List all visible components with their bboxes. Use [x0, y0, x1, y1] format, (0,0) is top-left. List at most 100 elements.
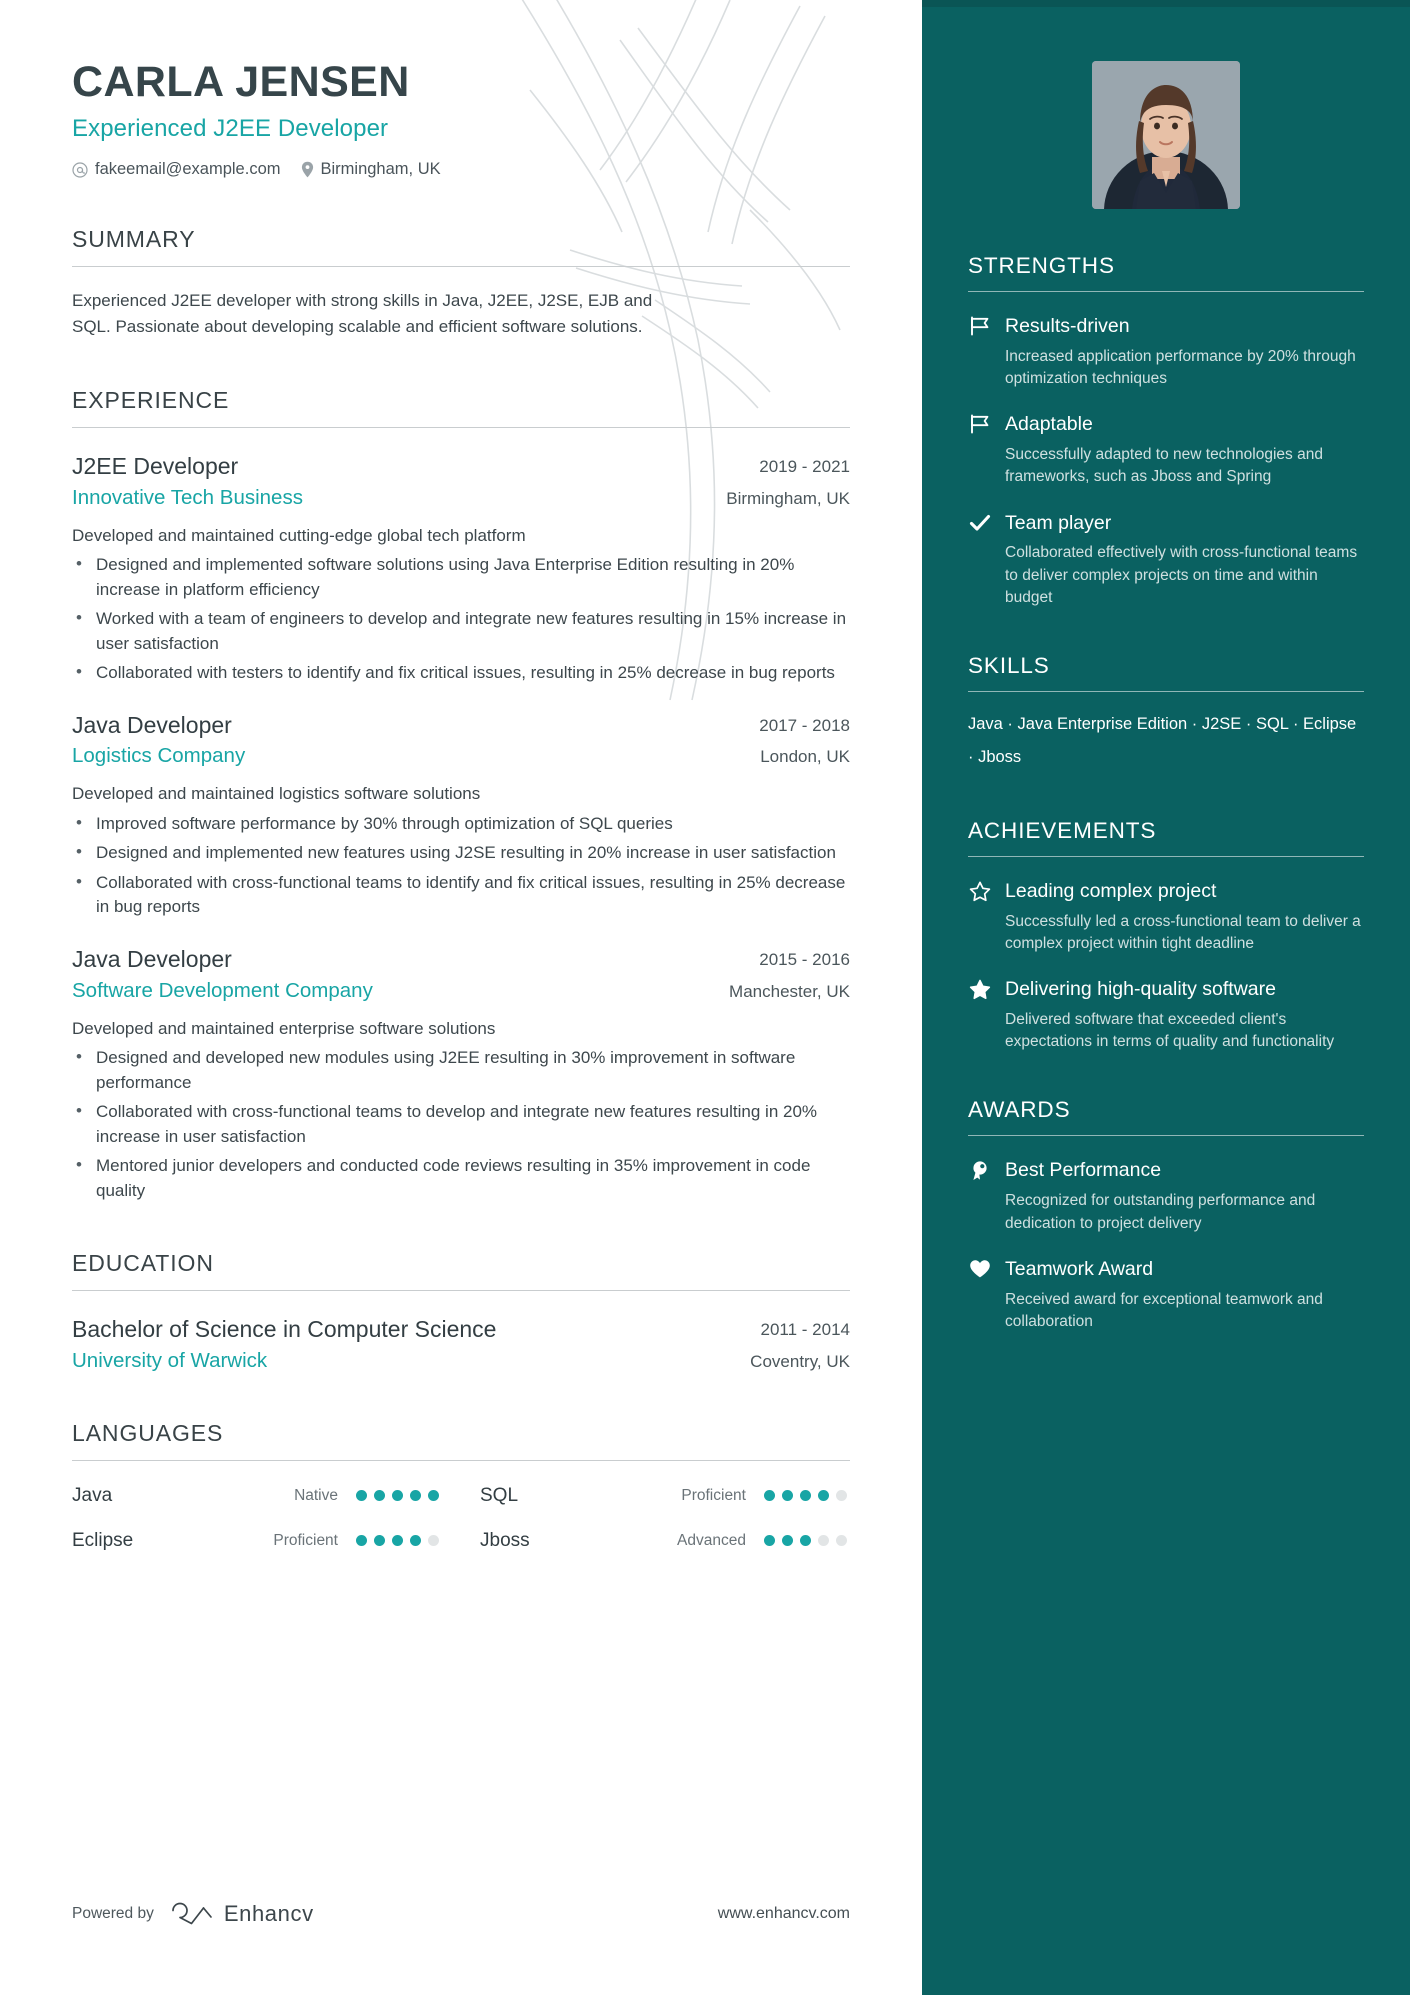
rating-dot	[818, 1535, 829, 1547]
footer: Powered by Enhancv www.enhancv.com	[72, 1901, 850, 1927]
achievement-item: Delivering high-quality software Deliver…	[968, 977, 1364, 1053]
achievement-description: Successfully led a cross-functional team…	[1005, 912, 1361, 953]
job-description: Developed and maintained enterprise soft…	[72, 1018, 496, 1038]
job-title: J2EE Developer	[72, 452, 239, 479]
location-contact: Birmingham, UK	[301, 160, 441, 179]
summary-heading: SUMMARY	[72, 226, 196, 253]
experience-entry: Java Developer 2017 - 2018 Logistics Com…	[72, 711, 850, 920]
experience-heading: EXPERIENCE	[72, 386, 230, 413]
experience-bullet: Collaborated with cross-functional teams…	[72, 1099, 850, 1149]
job-dates: 2015 - 2016	[759, 949, 850, 969]
rating-dot	[782, 1535, 793, 1547]
entry-subheader: Logistics Company London, UK	[72, 744, 850, 768]
divider	[72, 266, 850, 268]
achievement-title: Leading complex project	[1005, 879, 1217, 902]
sidebar: STRENGTHS Results-driven Increased appli…	[922, 0, 1410, 1995]
strength-title: Adaptable	[1005, 413, 1093, 436]
language-item: Eclipse Proficient	[72, 1530, 442, 1552]
rating-dot	[374, 1535, 385, 1547]
strength-description: Increased application performance by 20%…	[1005, 347, 1356, 388]
divider	[968, 690, 1364, 692]
enhancv-brand: Enhancv	[170, 1901, 314, 1927]
job-dates: 2019 - 2021	[759, 456, 850, 476]
experience-entry: J2EE Developer 2019 - 2021 Innovative Te…	[72, 452, 850, 686]
entry-header: Bachelor of Science in Computer Science …	[72, 1315, 850, 1344]
at-icon	[72, 162, 88, 178]
language-rating	[764, 1490, 850, 1502]
experience-bullet: Designed and developed new modules using…	[72, 1045, 850, 1095]
degree-title: Bachelor of Science in Computer Science	[72, 1316, 497, 1343]
language-item: Java Native	[72, 1485, 442, 1507]
rating-dot	[764, 1535, 775, 1547]
main-column: CARLA JENSEN Experienced J2EE Developer …	[0, 0, 922, 1995]
job-description: Developed and maintained cutting-edge gl…	[72, 525, 526, 545]
divider	[968, 291, 1364, 292]
achievement-description: Delivered software that exceeded client'…	[1005, 1011, 1335, 1051]
divider	[72, 426, 850, 428]
contact-row: fakeemail@example.com Birmingham, UK	[72, 160, 850, 179]
languages-section: LANGUAGES Java Native SQL Proficient Ecl…	[72, 1420, 850, 1552]
language-level: Proficient	[681, 1486, 746, 1504]
rating-dot	[764, 1490, 775, 1502]
rating-dot	[392, 1490, 403, 1502]
school-location: Coventry, UK	[750, 1351, 850, 1371]
rating-dot	[800, 1490, 811, 1502]
company-name: Logistics Company	[72, 744, 246, 768]
divider	[72, 1459, 850, 1461]
language-name: Eclipse	[72, 1529, 134, 1551]
strengths-section: STRENGTHS Results-driven Increased appli…	[968, 253, 1364, 609]
strength-item: Results-driven Increased application per…	[968, 314, 1364, 390]
brand-name: Enhancv	[223, 1901, 314, 1926]
language-level: Proficient	[273, 1531, 338, 1549]
email-contact[interactable]: fakeemail@example.com	[72, 160, 281, 179]
resume-page: CARLA JENSEN Experienced J2EE Developer …	[0, 0, 1410, 1995]
languages-list: Java Native SQL Proficient Eclipse Profi…	[72, 1485, 850, 1552]
rating-dot	[410, 1535, 421, 1547]
language-name: Java	[72, 1484, 113, 1506]
experience-bullet: Worked with a team of engineers to devel…	[72, 606, 850, 656]
award-body: Best Performance Recognized for outstand…	[1005, 1158, 1364, 1234]
job-location: Birmingham, UK	[726, 488, 850, 508]
summary-text: Experienced J2EE developer with strong s…	[72, 291, 653, 336]
awards-list: Best Performance Recognized for outstand…	[968, 1158, 1364, 1333]
language-rating	[764, 1535, 850, 1547]
experience-bullet: Designed and implemented new features us…	[72, 840, 850, 865]
school-name: University of Warwick	[72, 1348, 268, 1372]
avatar-photo	[1092, 61, 1240, 209]
star-outline-icon	[968, 879, 992, 902]
award-description: Received award for exceptional teamwork …	[1005, 1290, 1323, 1330]
award-body: Teamwork Award Received award for except…	[1005, 1257, 1364, 1333]
job-bullets: Improved software performance by 30% thr…	[72, 811, 850, 920]
website-text[interactable]: www.enhancv.com	[718, 1905, 850, 1923]
strength-description: Successfully adapted to new technologies…	[1005, 446, 1323, 486]
job-location: Manchester, UK	[729, 981, 850, 1001]
company-name: Innovative Tech Business	[72, 485, 303, 509]
skills-text: Java · Java Enterprise Edition · J2SE · …	[968, 714, 1357, 766]
achievements-section: ACHIEVEMENTS Leading complex project Suc…	[968, 818, 1364, 1054]
award-title: Best Performance	[1005, 1159, 1162, 1182]
divider	[968, 855, 1364, 857]
entry-subheader: Innovative Tech Business Birmingham, UK	[72, 486, 850, 510]
education-list: Bachelor of Science in Computer Science …	[72, 1315, 850, 1373]
language-item: Jboss Advanced	[480, 1530, 850, 1552]
experience-bullet: Collaborated with cross-functional teams…	[72, 870, 850, 920]
entry-subheader: University of Warwick Coventry, UK	[72, 1349, 850, 1373]
education-entry: Bachelor of Science in Computer Science …	[72, 1315, 850, 1373]
skills-heading: SKILLS	[968, 652, 1050, 678]
rating-dot	[782, 1490, 793, 1502]
language-item: SQL Proficient	[480, 1485, 850, 1507]
strength-title: Team player	[1005, 511, 1112, 534]
award-description: Recognized for outstanding performance a…	[1005, 1192, 1316, 1232]
education-section: EDUCATION Bachelor of Science in Compute…	[72, 1250, 850, 1373]
heart-icon	[968, 1257, 992, 1279]
strength-item: Adaptable Successfully adapted to new te…	[968, 412, 1364, 488]
award-title: Teamwork Award	[1005, 1257, 1154, 1280]
education-heading: EDUCATION	[72, 1250, 214, 1277]
job-title: Java Developer	[72, 711, 232, 738]
powered-by-label: Powered by	[72, 1905, 154, 1922]
strength-body: Adaptable Successfully adapted to new te…	[1005, 412, 1364, 488]
languages-heading: LANGUAGES	[72, 1419, 224, 1446]
job-bullets: Designed and developed new modules using…	[72, 1045, 850, 1203]
divider	[72, 1290, 850, 1292]
language-level: Advanced	[677, 1531, 746, 1549]
